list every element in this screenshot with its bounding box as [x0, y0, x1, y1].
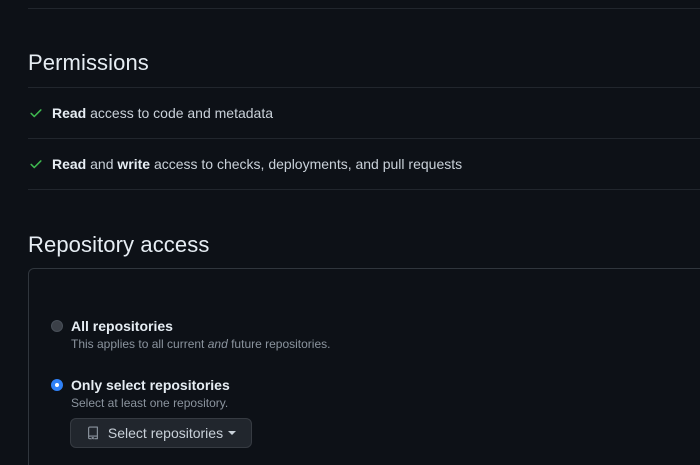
- top-divider: [28, 8, 700, 9]
- permission-divider: [28, 189, 700, 190]
- radio-content: Only select repositories Select at least…: [71, 377, 230, 410]
- select-repositories-button[interactable]: Select repositories: [70, 418, 252, 448]
- caret-down-icon: [228, 431, 237, 435]
- radio-button-selected[interactable]: [51, 379, 63, 391]
- repository-access-heading: Repository access: [28, 232, 210, 257]
- permission-text: Read access to code and metadata: [52, 105, 274, 121]
- radio-description: This applies to all current and future r…: [71, 337, 331, 351]
- radio-all-repositories[interactable]: All repositories This applies to all cur…: [51, 318, 330, 351]
- permission-text: Read and write access to checks, deploym…: [52, 156, 463, 172]
- radio-label: All repositories: [71, 318, 173, 334]
- app-permissions-page: Permissions Read access to code and meta…: [0, 0, 700, 465]
- permissions-heading: Permissions: [28, 50, 149, 75]
- radio-description: Select at least one repository.: [71, 396, 229, 410]
- radio-content: All repositories This applies to all cur…: [71, 318, 330, 351]
- permission-row-code: Read access to code and metadata: [28, 88, 700, 138]
- radio-only-select-repositories[interactable]: Only select repositories Select at least…: [51, 377, 230, 410]
- repo-icon: [86, 426, 100, 440]
- radio-label: Only select repositories: [71, 377, 230, 393]
- check-icon: [28, 156, 44, 172]
- check-icon: [28, 105, 44, 121]
- permission-row-checks: Read and write access to checks, deploym…: [28, 139, 700, 189]
- radio-button-unselected[interactable]: [51, 320, 63, 332]
- select-repositories-label: Select repositories: [107, 425, 224, 441]
